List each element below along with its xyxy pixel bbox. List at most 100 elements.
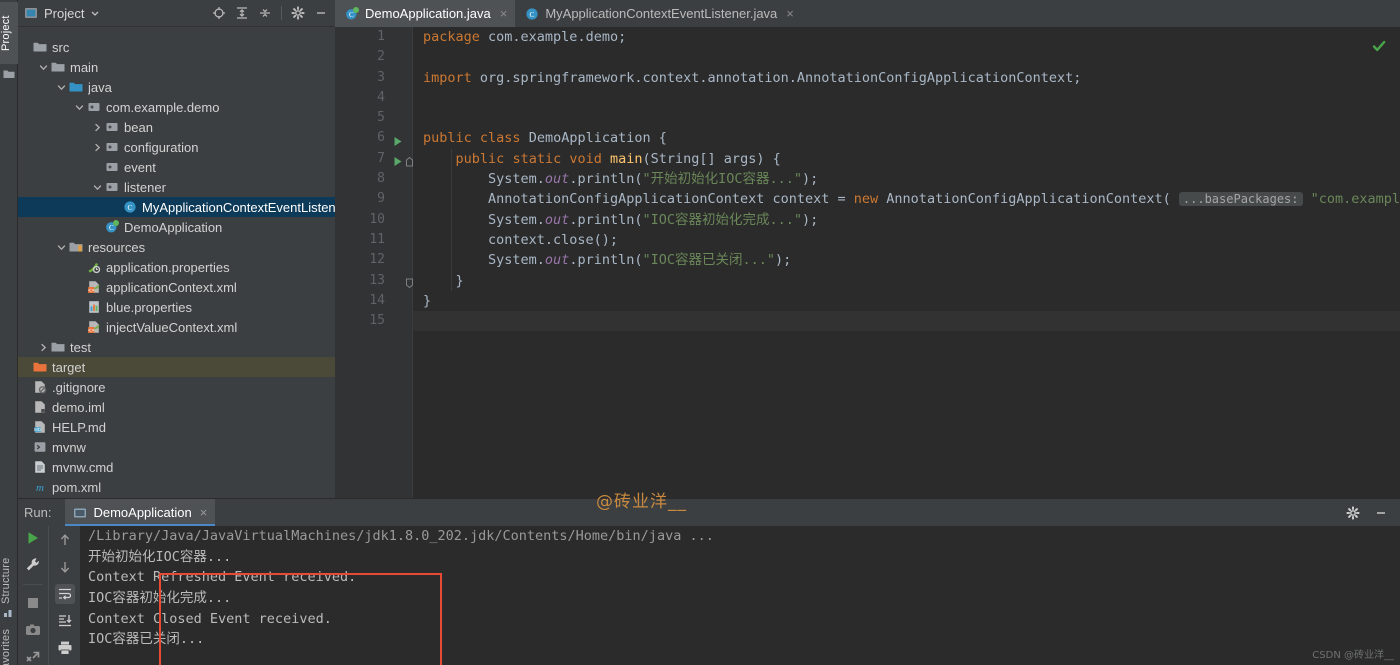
scroll-to-end-icon[interactable]: [55, 611, 75, 631]
arrow-down-icon[interactable]: [55, 557, 75, 577]
project-view-icon: [24, 6, 38, 20]
run-gutter-marker-line-7[interactable]: [393, 154, 403, 172]
tree-row-blue-properties[interactable]: blue.properties: [18, 297, 335, 317]
code-line-9: AnnotationConfigApplicationContext conte…: [423, 189, 1400, 209]
tree-row-test[interactable]: test: [18, 337, 335, 357]
inspection-ok-icon[interactable]: [1371, 38, 1387, 54]
print-icon[interactable]: [55, 638, 75, 658]
minimize-icon[interactable]: [314, 6, 328, 20]
tree-row-demoapplication[interactable]: CDemoApplication: [18, 217, 335, 237]
console-output-line-1: 开始初始化IOC容器...: [80, 547, 1400, 568]
editor-tab-2[interactable]: CMyApplicationContextEventListener.java×: [515, 0, 802, 27]
tree-row-com-example-demo[interactable]: com.example.demo: [18, 97, 335, 117]
run-panel-second-toolbar: [48, 526, 80, 665]
wrench-icon[interactable]: [23, 557, 43, 574]
project-tree[interactable]: srcmainjava com.example.demo bean configura…: [18, 27, 335, 498]
toolbar-divider: [23, 584, 43, 585]
tree-row-applicationcontext-xml[interactable]: <> applicationContext.xml: [18, 277, 335, 297]
tree-row-label: target: [52, 360, 85, 375]
tree-row-label: demo.iml: [52, 400, 105, 415]
tree-row-configuration[interactable]: configuration: [18, 137, 335, 157]
svg-text:m: m: [36, 482, 44, 494]
tree-row-target[interactable]: target: [18, 357, 335, 377]
tree-row-mvnw-cmd[interactable]: mvnw.cmd: [18, 457, 335, 477]
run-tab-demoapplication[interactable]: DemoApplication ×: [65, 499, 215, 526]
tree-row-mvnw[interactable]: mvnw: [18, 437, 335, 457]
svg-text:<>: <>: [88, 288, 94, 294]
stop-icon[interactable]: [23, 595, 43, 612]
expand-all-icon[interactable]: [235, 6, 249, 20]
editor-area: CDemoApplication.java×CMyApplicationCont…: [335, 0, 1400, 498]
editor-tab-bar: CDemoApplication.java×CMyApplicationCont…: [335, 0, 1400, 27]
tree-row-bean[interactable]: bean: [18, 117, 335, 137]
tree-row-label: applicationContext.xml: [106, 280, 237, 295]
editor-tab-1[interactable]: C DemoApplication.java ×: [335, 0, 515, 27]
svg-text:C: C: [127, 203, 132, 212]
run-console[interactable]: /Library/Java/JavaVirtualMachines/jdk1.8…: [80, 526, 1400, 665]
tree-row-pom-xml[interactable]: mpom.xml: [18, 477, 335, 497]
run-panel-label: Run:: [24, 505, 51, 520]
console-output-line-3: IOC容器初始化完成...: [80, 588, 1400, 609]
tree-row-label: application.properties: [106, 260, 230, 275]
gear-icon[interactable]: [291, 6, 305, 20]
tree-row-label: bean: [124, 120, 153, 135]
tool-window-button-favorites[interactable]: Favorites: [0, 622, 18, 665]
gutter-line-14: 14: [335, 291, 391, 311]
soft-wrap-icon[interactable]: [55, 584, 75, 604]
editor-tab-label: DemoApplication.java: [365, 6, 491, 21]
tree-row-src[interactable]: src: [18, 37, 335, 57]
tree-row-java[interactable]: java: [18, 77, 335, 97]
arrow-up-icon[interactable]: [55, 530, 75, 550]
tree-row-listener[interactable]: listener: [18, 177, 335, 197]
tree-row-event[interactable]: event: [18, 157, 335, 177]
tree-row-label: resources: [88, 240, 145, 255]
editor-gutter[interactable]: 123456789101112131415: [335, 27, 391, 498]
run-gutter-marker-line-6[interactable]: [393, 134, 403, 152]
editor-code-area[interactable]: 123456789101112131415 package com.exampl…: [335, 27, 1400, 498]
run-panel-header: Run: DemoApplication ×: [18, 499, 1400, 526]
chevron-down-icon[interactable]: [90, 8, 100, 18]
caret-row-highlight: [413, 311, 1400, 331]
editor-code-text[interactable]: package com.example.demo; import org.spr…: [413, 27, 1400, 498]
run-tool-window: Run: DemoApplication ×: [18, 498, 1400, 665]
code-line-8: System.out.println("开始初始化IOC容器...");: [423, 169, 1400, 189]
camera-icon[interactable]: [23, 621, 43, 638]
svg-text:<>: <>: [88, 328, 94, 334]
tool-window-button-project[interactable]: Project: [0, 2, 18, 64]
watermark-center: @砖业洋__: [596, 487, 687, 512]
project-panel-title-group[interactable]: Project: [24, 6, 100, 21]
code-line-7: public static void main(String[] args) {: [423, 149, 1400, 169]
console-command-line: /Library/Java/JavaVirtualMachines/jdk1.8…: [80, 526, 1400, 547]
rerun-icon[interactable]: [23, 530, 43, 547]
class-run-icon: C: [345, 7, 359, 21]
run-panel-left-toolbar: [18, 526, 48, 665]
tree-row-label: MyApplicationContextEventListener: [142, 200, 335, 215]
tool-window-label-structure: Structure: [0, 558, 12, 604]
tree-row-main[interactable]: main: [18, 57, 335, 77]
tree-row-label: com.example.demo: [106, 100, 219, 115]
restore-layout-icon[interactable]: [23, 648, 43, 665]
tree-row-help-md[interactable]: MDHELP.md: [18, 417, 335, 437]
gutter-line-11: 11: [335, 230, 391, 250]
collapse-all-icon[interactable]: [258, 6, 272, 20]
tree-row--gitignore[interactable]: .gitignore: [18, 377, 335, 397]
svg-text:C: C: [530, 10, 535, 19]
code-line-13: }: [423, 271, 1400, 291]
tree-row-injectvaluecontext-xml[interactable]: <>injectValueContext.xml: [18, 317, 335, 337]
tree-row-resources[interactable]: resources: [18, 237, 335, 257]
tree-row-application-properties[interactable]: application.properties: [18, 257, 335, 277]
editor-tab-close-icon[interactable]: ×: [500, 6, 508, 21]
locate-icon[interactable]: [212, 6, 226, 20]
editor-tab-close-icon[interactable]: ×: [786, 6, 794, 21]
run-tab-close-icon[interactable]: ×: [200, 505, 208, 520]
tree-row-myapplicationcontexteventlistener[interactable]: C MyApplicationContextEventListener: [18, 197, 335, 217]
gear-icon[interactable]: [1346, 506, 1360, 520]
tree-row-demo-iml[interactable]: demo.iml: [18, 397, 335, 417]
tree-row-partial-top: [18, 27, 335, 37]
tree-row-label: blue.properties: [106, 300, 192, 315]
class-icon: C: [525, 7, 539, 21]
structure-icon: [3, 607, 15, 619]
code-line-3: import org.springframework.context.annot…: [423, 68, 1400, 88]
editor-fold-column[interactable]: [391, 27, 413, 498]
minimize-icon[interactable]: [1374, 506, 1388, 520]
